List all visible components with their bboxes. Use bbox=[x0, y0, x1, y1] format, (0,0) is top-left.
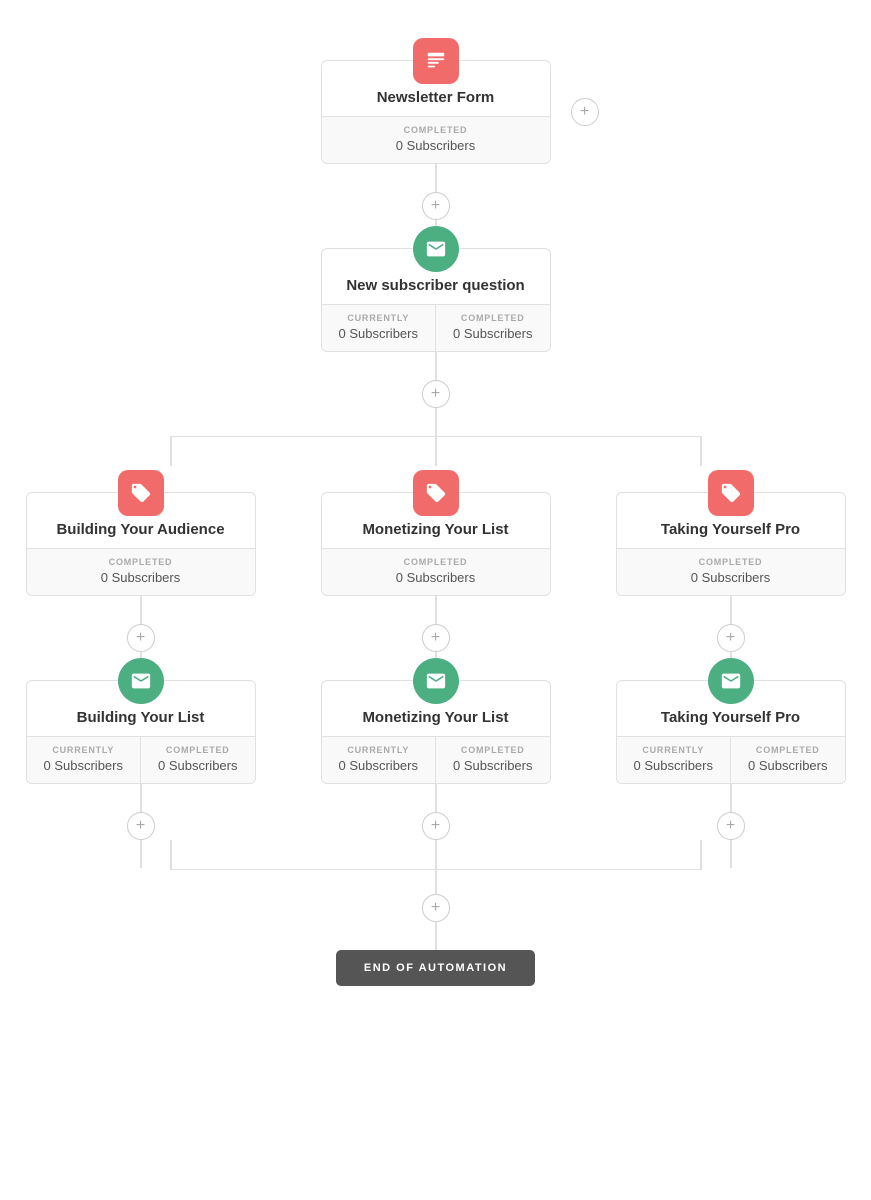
email-icon-4 bbox=[708, 658, 754, 704]
newsletter-form-card[interactable]: Newsletter Form COMPLETED 0 Subscribers bbox=[321, 60, 551, 164]
new-subscriber-card[interactable]: New subscriber question CURRENTLY 0 Subs… bbox=[321, 248, 551, 352]
newsletter-form-stat-value: 0 Subscribers bbox=[396, 138, 475, 153]
email-icon-2 bbox=[118, 658, 164, 704]
col-left-add-1[interactable]: + bbox=[127, 624, 155, 652]
newsletter-form-stat-label: COMPLETED bbox=[404, 125, 468, 135]
col-left-line-1 bbox=[140, 596, 142, 624]
monetizing-list-2-stats: CURRENTLY 0 Subscribers COMPLETED 0 Subs… bbox=[322, 736, 550, 783]
end-of-automation-button[interactable]: END OF AUTOMATION bbox=[336, 950, 535, 986]
branch-row-1: Building Your Audience COMPLETED 0 Subsc… bbox=[26, 466, 846, 868]
taking-pro-2-stats: CURRENTLY 0 Subscribers COMPLETED 0 Subs… bbox=[617, 736, 845, 783]
col-center-line-1 bbox=[435, 596, 437, 624]
col-right-line-1 bbox=[730, 596, 732, 624]
connector-line-1 bbox=[435, 164, 437, 192]
col-right-add-1[interactable]: + bbox=[717, 624, 745, 652]
col-center-add-2[interactable]: + bbox=[422, 812, 450, 840]
add-btn-1[interactable]: + bbox=[422, 192, 450, 220]
branch-divider bbox=[26, 436, 846, 466]
newsletter-form-stats: COMPLETED 0 Subscribers bbox=[322, 116, 550, 163]
col-center-line-3 bbox=[435, 784, 437, 812]
converge-svg bbox=[26, 840, 846, 870]
col-center-add-1[interactable]: + bbox=[422, 624, 450, 652]
building-audience-stats: COMPLETED 0 Subscribers bbox=[27, 548, 255, 595]
taking-pro-1-card[interactable]: Taking Yourself Pro COMPLETED 0 Subscrib… bbox=[616, 492, 846, 596]
col-left-add-2[interactable]: + bbox=[127, 812, 155, 840]
col-center: Monetizing Your List COMPLETED 0 Subscri… bbox=[321, 466, 551, 868]
taking-pro-2-card[interactable]: Taking Yourself Pro CURRENTLY 0 Subscrib… bbox=[616, 680, 846, 784]
email-icon-1 bbox=[413, 226, 459, 272]
new-subscriber-stat-currently: CURRENTLY 0 Subscribers bbox=[322, 305, 436, 351]
building-list-stats: CURRENTLY 0 Subscribers COMPLETED 0 Subs… bbox=[27, 736, 255, 783]
final-line-2 bbox=[435, 922, 437, 950]
col-right-add-2[interactable]: + bbox=[717, 812, 745, 840]
col-left-line-3 bbox=[140, 784, 142, 812]
new-subscriber-stat-completed: COMPLETED 0 Subscribers bbox=[435, 305, 550, 351]
final-add-btn[interactable]: + bbox=[422, 894, 450, 922]
monetizing-list-2-card[interactable]: Monetizing Your List CURRENTLY 0 Subscri… bbox=[321, 680, 551, 784]
tag-icon-2 bbox=[413, 470, 459, 516]
form-icon bbox=[413, 38, 459, 84]
taking-pro-1-stats: COMPLETED 0 Subscribers bbox=[617, 548, 845, 595]
building-audience-card[interactable]: Building Your Audience COMPLETED 0 Subsc… bbox=[26, 492, 256, 596]
col-right-line-3 bbox=[730, 784, 732, 812]
tag-icon-1 bbox=[118, 470, 164, 516]
newsletter-form-side-add[interactable]: + bbox=[571, 98, 599, 126]
monetizing-list-1-stats: COMPLETED 0 Subscribers bbox=[322, 548, 550, 595]
new-subscriber-stats: CURRENTLY 0 Subscribers COMPLETED 0 Subs… bbox=[322, 304, 550, 351]
add-btn-2[interactable]: + bbox=[422, 380, 450, 408]
automation-canvas: Newsletter Form COMPLETED 0 Subscribers … bbox=[0, 0, 871, 1026]
branch-lines-svg bbox=[26, 436, 846, 466]
col-left: Building Your Audience COMPLETED 0 Subsc… bbox=[26, 466, 256, 868]
col-right: Taking Yourself Pro COMPLETED 0 Subscrib… bbox=[616, 466, 846, 868]
monetizing-list-1-card[interactable]: Monetizing Your List COMPLETED 0 Subscri… bbox=[321, 492, 551, 596]
email-icon-3 bbox=[413, 658, 459, 704]
final-line-1 bbox=[435, 870, 437, 894]
connector-line-4 bbox=[435, 408, 437, 436]
converge-lines bbox=[26, 840, 846, 870]
connector-line-3 bbox=[435, 352, 437, 380]
building-list-card[interactable]: Building Your List CURRENTLY 0 Subscribe… bbox=[26, 680, 256, 784]
tag-icon-3 bbox=[708, 470, 754, 516]
